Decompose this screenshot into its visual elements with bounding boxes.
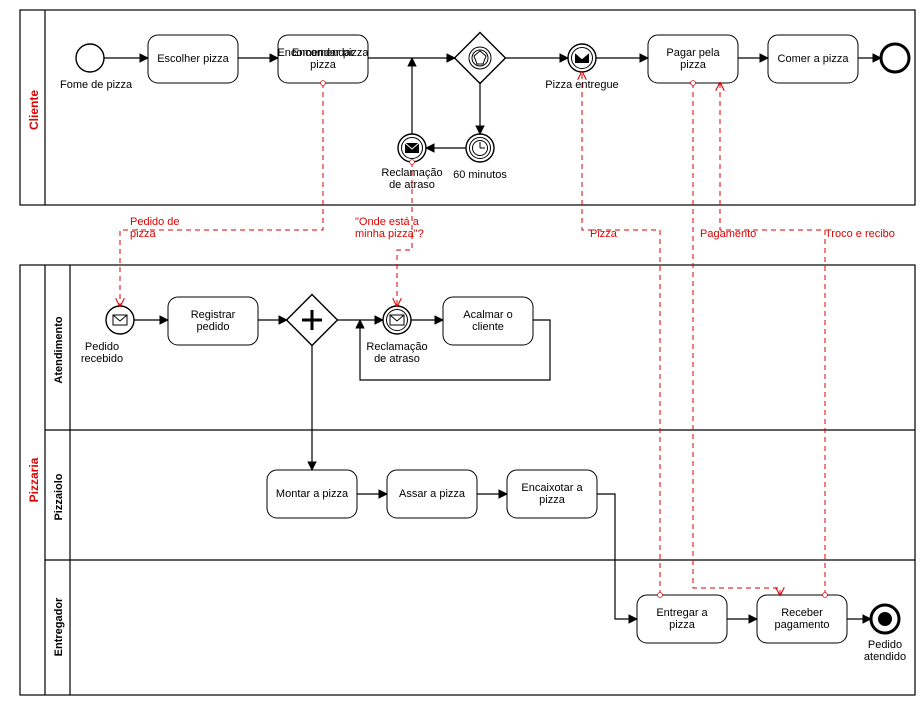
lane-pizzaiolo-label: Pizzaiolo: [53, 473, 65, 520]
svg-text:Pedidoatendido: Pedidoatendido: [864, 639, 906, 663]
task-comer-label: Comer a pizza: [778, 53, 850, 65]
task-assar-label: Assar a pizza: [399, 488, 466, 500]
event-pedido-recebido: [106, 306, 134, 334]
bpmn-diagram: Cliente Fome de pizza Escolher pizza Enc…: [0, 0, 920, 713]
msg-troco: [720, 83, 825, 595]
svg-text:Pedido depizza: Pedido depizza: [130, 216, 180, 240]
msg-troco-label: Troco e recibo: [825, 228, 895, 240]
start-event-fome-label: Fome de pizza: [60, 79, 133, 91]
svg-text:Registrarpedido: Registrarpedido: [191, 309, 236, 333]
pool-pizzaria-label: Pizzaria: [27, 457, 41, 502]
msg-pedido-pizza: [120, 83, 323, 306]
task-montar-label: Montar a pizza: [276, 488, 349, 500]
pool-cliente-label: Cliente: [27, 90, 41, 130]
gateway-parallel: [287, 295, 338, 346]
msg-pagamento: [693, 83, 780, 595]
event-timer-60: [466, 134, 494, 162]
event-reclamacao-cliente: [398, 134, 426, 162]
svg-text:Receberpagamento: Receberpagamento: [774, 607, 829, 631]
svg-text:Reclamaçãode atraso: Reclamaçãode atraso: [381, 167, 442, 191]
msg-pizza-label: Pizza: [590, 228, 618, 240]
lane-entregador-label: Entregador: [53, 597, 65, 656]
svg-text:Reclamaçãode atraso: Reclamaçãode atraso: [366, 341, 427, 365]
end-event-pedido-atendido: [871, 605, 899, 633]
end-event-cliente: [881, 44, 909, 72]
lane-atendimento-label: Atendimento: [53, 316, 65, 384]
event-reclamacao-atend: [383, 306, 411, 334]
start-event-fome: [76, 44, 104, 72]
event-pizza-entregue: [568, 44, 596, 72]
event-timer-60-label: 60 minutos: [453, 169, 507, 181]
svg-text:"Onde está aminha pizza"?: "Onde está aminha pizza"?: [355, 216, 424, 240]
task-escolher-label: Escolher pizza: [157, 53, 229, 65]
gateway-event-based: [455, 33, 506, 84]
msg-pizza: [582, 72, 660, 595]
svg-text:Pedidorecebido: Pedidorecebido: [81, 341, 123, 365]
